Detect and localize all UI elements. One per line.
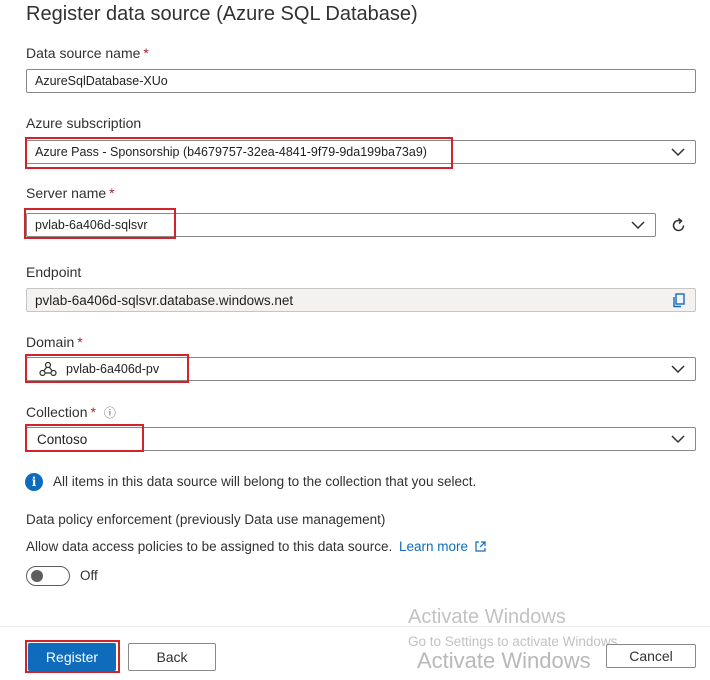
data-policy-toggle[interactable] — [26, 566, 70, 586]
activate-windows-subtitle: Go to Settings to activate Windows. — [408, 634, 622, 649]
domain-label-text: Domain — [26, 334, 75, 350]
required-mark: * — [109, 185, 115, 201]
data-policy-title: Data policy enforcement (previously Data… — [26, 512, 386, 527]
domain-icon — [39, 361, 57, 377]
register-button[interactable]: Register — [28, 643, 116, 671]
learn-more-link[interactable]: Learn more — [399, 539, 486, 554]
server-name-value: pvlab-6a406d-sqlsvr — [35, 218, 148, 232]
toggle-state-label: Off — [80, 568, 98, 583]
data-source-name-label-text: Data source name — [26, 45, 141, 61]
endpoint-field: pvlab-6a406d-sqlsvr.database.windows.net — [26, 288, 696, 312]
domain-dropdown[interactable]: pvlab-6a406d-pv — [26, 357, 696, 381]
info-message-text: All items in this data source will belon… — [53, 474, 477, 489]
data-source-name-label: Data source name * — [26, 45, 149, 61]
external-link-icon — [475, 541, 486, 552]
collection-label: Collection * ⓘ — [26, 404, 116, 421]
cancel-button[interactable]: Cancel — [606, 644, 696, 668]
domain-label: Domain * — [26, 334, 83, 350]
data-policy-description-text: Allow data access policies to be assigne… — [26, 539, 393, 554]
activate-windows-overlay: Activate Windows — [417, 648, 591, 673]
domain-value: pvlab-6a406d-pv — [66, 362, 160, 376]
azure-subscription-label: Azure subscription — [26, 115, 142, 131]
data-source-name-value: AzureSqlDatabase-XUo — [35, 74, 168, 88]
chevron-down-icon — [671, 365, 685, 374]
toggle-thumb — [31, 570, 43, 582]
endpoint-label: Endpoint — [26, 264, 82, 280]
activate-windows-watermark: Activate Windows — [408, 606, 566, 628]
collection-dropdown[interactable]: Contoso — [26, 427, 696, 451]
chevron-down-icon — [631, 221, 645, 230]
server-name-label: Server name * — [26, 185, 115, 201]
data-policy-description: Allow data access policies to be assigne… — [26, 539, 486, 554]
chevron-down-icon — [671, 435, 685, 444]
required-mark: * — [90, 404, 96, 420]
back-button[interactable]: Back — [128, 643, 216, 671]
collection-label-text: Collection — [26, 404, 88, 420]
refresh-icon[interactable] — [670, 217, 687, 234]
required-mark: * — [77, 334, 83, 350]
page-title: Register data source (Azure SQL Database… — [26, 3, 418, 25]
required-mark: * — [143, 45, 149, 61]
server-name-dropdown[interactable]: pvlab-6a406d-sqlsvr — [26, 213, 656, 237]
data-source-name-input[interactable]: AzureSqlDatabase-XUo — [26, 69, 696, 93]
chevron-down-icon — [671, 148, 685, 157]
azure-subscription-value: Azure Pass - Sponsorship (b4679757-32ea-… — [35, 145, 427, 159]
collection-value: Contoso — [37, 431, 88, 447]
azure-subscription-dropdown[interactable]: Azure Pass - Sponsorship (b4679757-32ea-… — [26, 140, 696, 164]
learn-more-text: Learn more — [398, 539, 469, 554]
server-name-label-text: Server name — [26, 185, 107, 201]
footer-divider — [0, 626, 710, 627]
endpoint-value: pvlab-6a406d-sqlsvr.database.windows.net — [35, 292, 294, 308]
copy-icon[interactable] — [672, 293, 685, 308]
info-icon: i — [25, 473, 43, 491]
info-circle-icon[interactable]: ⓘ — [104, 406, 116, 420]
